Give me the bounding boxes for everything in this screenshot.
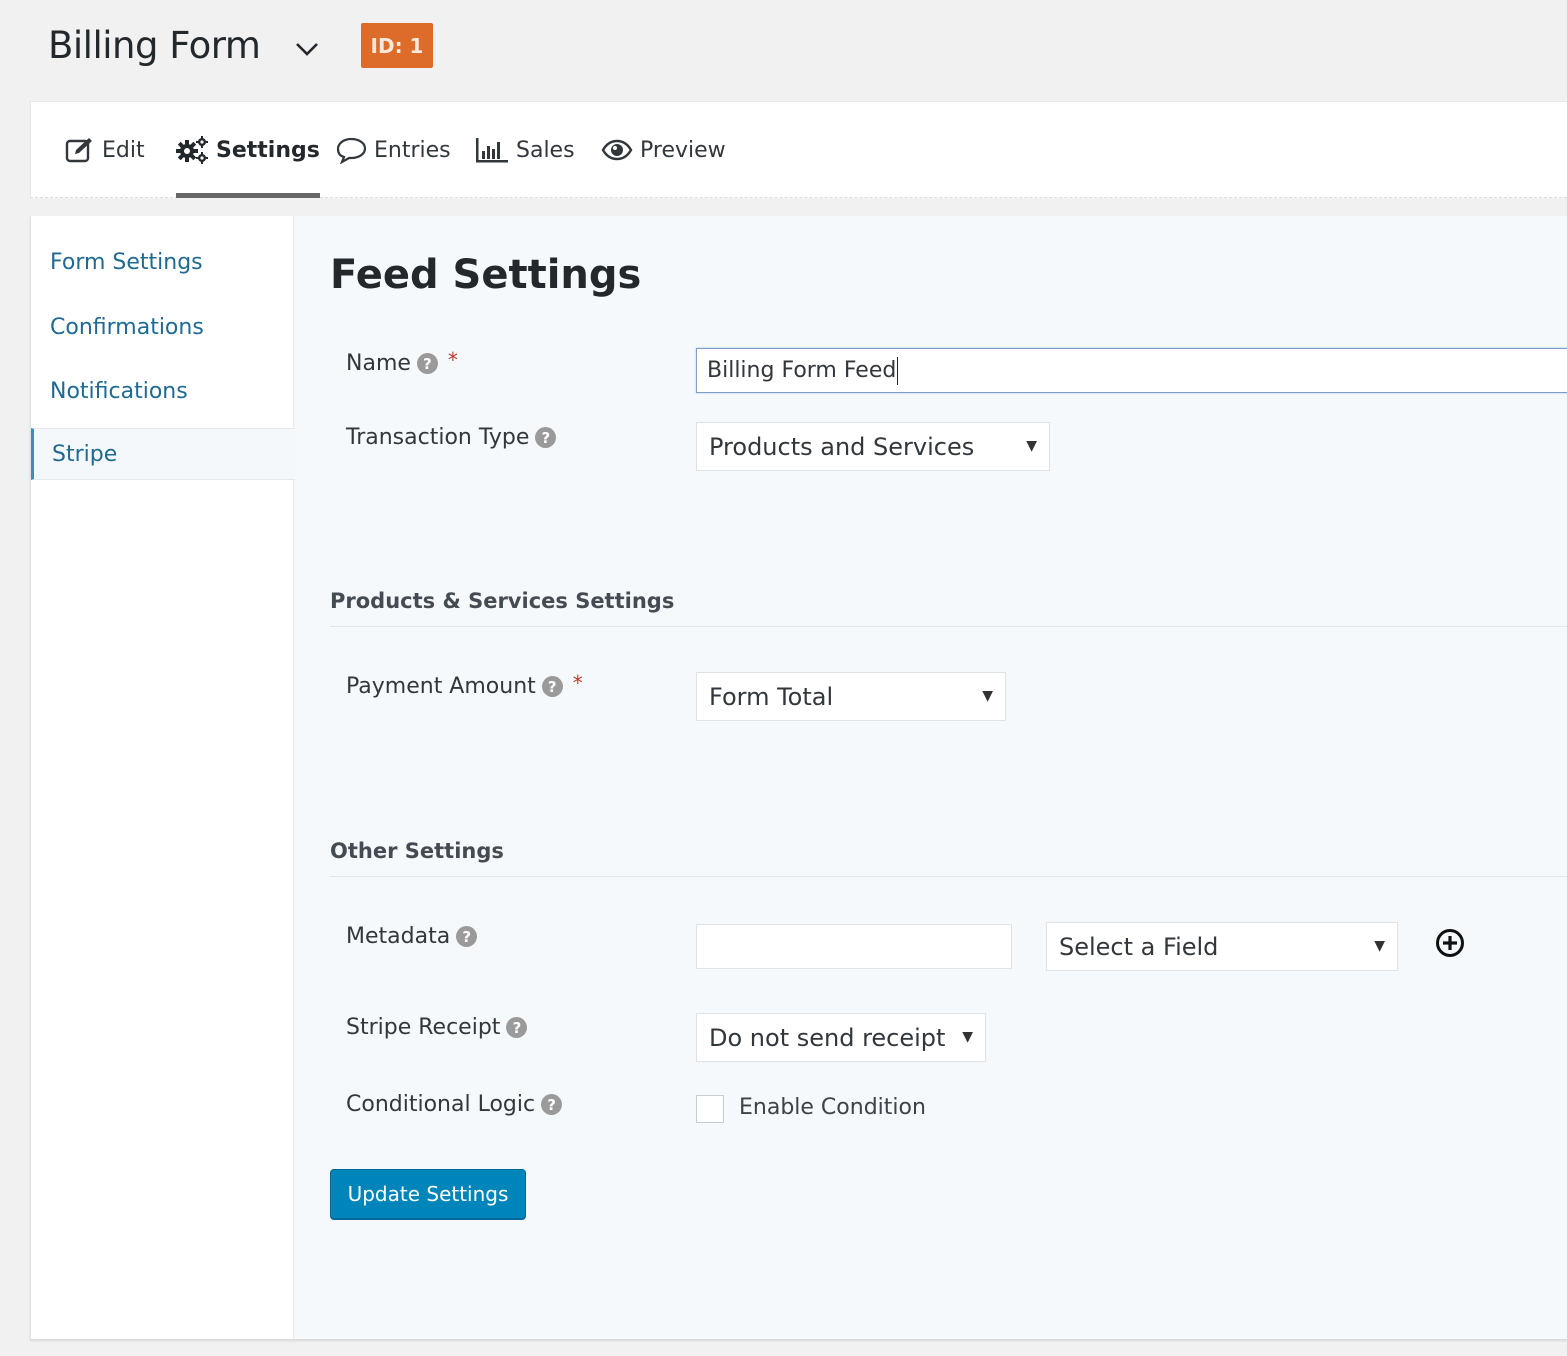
stripe-receipt-select[interactable]: Do not send receipt ▼ bbox=[696, 1013, 986, 1062]
dropdown-arrow-icon: ▼ bbox=[982, 687, 993, 704]
metadata-field-select[interactable]: Select a Field ▼ bbox=[1046, 922, 1398, 971]
sidebar-item-form-settings[interactable]: Form Settings bbox=[31, 236, 294, 288]
form-id-badge: ID: 1 bbox=[361, 23, 433, 68]
dropdown-arrow-icon: ▼ bbox=[1026, 437, 1037, 454]
tab-entries-label: Entries bbox=[374, 137, 451, 163]
tab-preview-label: Preview bbox=[640, 137, 726, 163]
add-circle-icon[interactable] bbox=[1435, 928, 1465, 958]
transaction-type-select[interactable]: Products and Services ▼ bbox=[696, 422, 1050, 471]
other-settings-section-title: Other Settings bbox=[330, 839, 504, 863]
stripe-receipt-label-text: Stripe Receipt bbox=[346, 1015, 501, 1040]
conditional-logic-label: Conditional Logic ? bbox=[346, 1092, 563, 1117]
form-title: Billing Form bbox=[48, 24, 261, 67]
settings-panel: Form Settings Confirmations Notification… bbox=[30, 216, 1567, 1339]
metadata-field-selected: Select a Field bbox=[1059, 932, 1219, 961]
edit-icon bbox=[65, 138, 92, 163]
metadata-label-text: Metadata bbox=[346, 924, 451, 949]
required-indicator: * bbox=[447, 347, 458, 372]
metadata-key-input[interactable] bbox=[696, 924, 1012, 969]
section-divider bbox=[330, 876, 1567, 877]
payment-amount-label-text: Payment Amount bbox=[346, 674, 536, 699]
tab-entries[interactable]: Entries bbox=[336, 102, 451, 198]
gears-icon bbox=[176, 136, 208, 164]
tab-preview[interactable]: Preview bbox=[601, 102, 726, 198]
chevron-down-icon[interactable] bbox=[292, 34, 322, 64]
tab-sales-label: Sales bbox=[516, 137, 575, 163]
form-toolbar: Edit Settings Entries Sales Preview bbox=[30, 101, 1567, 198]
help-icon[interactable]: ? bbox=[541, 676, 563, 697]
name-input[interactable]: Billing Form Feed bbox=[696, 348, 1567, 393]
feed-settings-content: Feed Settings Name ? * Billing Form Feed… bbox=[294, 216, 1567, 1339]
help-icon[interactable]: ? bbox=[506, 1017, 528, 1038]
sidebar-item-notifications[interactable]: Notifications bbox=[31, 365, 294, 417]
name-input-value: Billing Form Feed bbox=[707, 358, 897, 383]
tab-sales[interactable]: Sales bbox=[475, 102, 575, 198]
transaction-type-selected: Products and Services bbox=[709, 432, 975, 461]
tab-settings[interactable]: Settings bbox=[176, 102, 320, 198]
help-icon[interactable]: ? bbox=[416, 353, 438, 374]
payment-amount-select[interactable]: Form Total ▼ bbox=[696, 672, 1006, 721]
help-icon[interactable]: ? bbox=[535, 427, 557, 448]
transaction-type-label: Transaction Type ? bbox=[346, 425, 557, 450]
section-divider bbox=[330, 626, 1567, 627]
help-icon[interactable]: ? bbox=[541, 1094, 563, 1115]
metadata-label: Metadata ? bbox=[346, 924, 478, 949]
page-header: Billing Form ID: 1 bbox=[0, 0, 1567, 100]
bar-chart-icon bbox=[476, 138, 508, 163]
tab-settings-label: Settings bbox=[216, 137, 320, 163]
required-indicator: * bbox=[572, 670, 583, 695]
payment-amount-label: Payment Amount ? * bbox=[346, 670, 583, 700]
eye-icon bbox=[601, 139, 633, 161]
name-label: Name ? * bbox=[346, 347, 458, 377]
conditional-logic-label-text: Conditional Logic bbox=[346, 1092, 536, 1117]
stripe-receipt-selected: Do not send receipt bbox=[709, 1023, 946, 1052]
comment-icon bbox=[336, 137, 367, 164]
name-label-text: Name bbox=[346, 351, 411, 376]
payment-amount-selected: Form Total bbox=[709, 682, 834, 711]
settings-sidebar: Form Settings Confirmations Notification… bbox=[31, 216, 295, 1339]
update-settings-button[interactable]: Update Settings bbox=[330, 1169, 526, 1219]
enable-condition-checkbox[interactable] bbox=[696, 1095, 724, 1123]
tab-edit-label: Edit bbox=[102, 137, 145, 163]
dropdown-arrow-icon: ▼ bbox=[962, 1028, 973, 1045]
transaction-type-label-text: Transaction Type bbox=[346, 425, 530, 450]
sidebar-item-stripe[interactable]: Stripe bbox=[31, 428, 295, 480]
help-icon[interactable]: ? bbox=[456, 926, 478, 947]
tab-edit[interactable]: Edit bbox=[65, 102, 145, 198]
enable-condition-label[interactable]: Enable Condition bbox=[739, 1095, 926, 1120]
text-caret bbox=[897, 356, 899, 385]
stripe-receipt-label: Stripe Receipt ? bbox=[346, 1015, 528, 1040]
sidebar-item-confirmations[interactable]: Confirmations bbox=[31, 301, 294, 353]
dropdown-arrow-icon: ▼ bbox=[1374, 937, 1385, 954]
page-title: Feed Settings bbox=[330, 252, 642, 298]
products-services-section-title: Products & Services Settings bbox=[330, 589, 675, 613]
